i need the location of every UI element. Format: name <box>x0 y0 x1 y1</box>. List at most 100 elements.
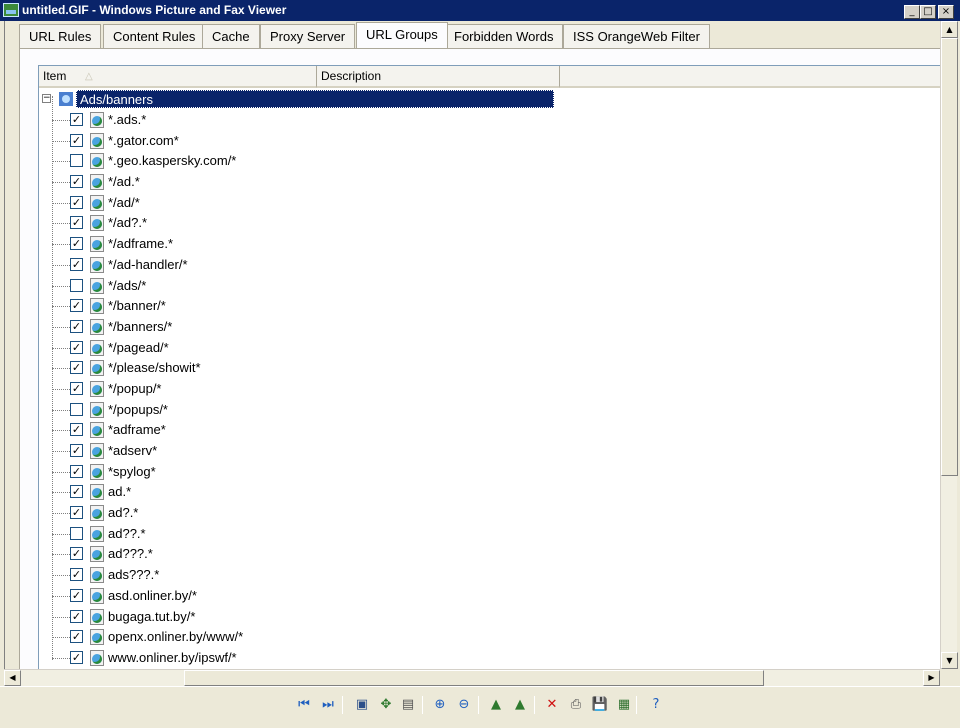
edit-icon[interactable]: ▦ <box>614 695 634 715</box>
rotate-clockwise-icon[interactable]: ▲ <box>486 695 506 715</box>
url-groups-list[interactable]: Item △ Description − Ads/banners ✓ *.ads.… <box>38 65 940 669</box>
item-checkbox[interactable]: ✓ <box>70 133 83 147</box>
item-checkbox[interactable]: ✓ <box>70 299 83 313</box>
list-item[interactable]: ✓ asd.onliner.by/* <box>39 586 639 607</box>
maximize-button[interactable]: □ <box>920 5 936 19</box>
url-page-icon <box>90 484 104 501</box>
item-checkbox[interactable] <box>70 154 83 168</box>
scroll-right-icon[interactable]: ▶ <box>923 670 940 686</box>
list-item[interactable]: ✓ ad?.* <box>39 503 639 524</box>
tree-branch-line <box>52 409 70 411</box>
scroll-down-icon[interactable]: ▼ <box>941 652 958 669</box>
url-pattern-label: *adframe* <box>108 422 166 438</box>
list-item[interactable]: ✓ ads???.* <box>39 565 639 586</box>
vertical-scroll-thumb[interactable] <box>941 38 958 476</box>
list-item[interactable]: ✓ *.gator.com* <box>39 131 639 152</box>
slideshow-icon[interactable]: ▤ <box>398 695 418 715</box>
item-checkbox[interactable] <box>70 526 83 540</box>
item-checkbox[interactable]: ✓ <box>70 547 83 561</box>
list-item[interactable]: ✓ *.ads.* <box>39 110 639 131</box>
item-checkbox[interactable]: ✓ <box>70 381 83 395</box>
print-icon[interactable]: ⎙ <box>566 695 586 715</box>
list-item[interactable]: */ads/* <box>39 276 639 297</box>
item-checkbox[interactable]: ✓ <box>70 216 83 230</box>
zoom-out-icon[interactable]: ⊖ <box>454 695 474 715</box>
url-pattern-label: */ads/* <box>108 277 147 293</box>
item-checkbox[interactable]: ✓ <box>70 423 83 437</box>
list-item[interactable]: ✓ */pagead/* <box>39 338 639 359</box>
list-item[interactable]: ✓ */please/showit* <box>39 358 639 379</box>
item-checkbox[interactable]: ✓ <box>70 257 83 271</box>
column-header-description[interactable]: Description <box>317 66 560 88</box>
url-pattern-label: */pagead/* <box>108 339 169 355</box>
tree-branch-line <box>52 388 70 390</box>
list-item[interactable]: ✓ */adframe.* <box>39 234 639 255</box>
column-header-item[interactable]: Item △ <box>39 66 317 88</box>
list-item[interactable]: ✓ www.onliner.by/ipswf/* <box>39 648 639 669</box>
help-icon[interactable]: ? <box>646 695 666 715</box>
list-item[interactable]: ✓ *spylog* <box>39 462 639 483</box>
rotate-counterclockwise-icon[interactable]: ▲ <box>510 695 530 715</box>
item-checkbox[interactable]: ✓ <box>70 195 83 209</box>
item-checkbox[interactable]: ✓ <box>70 237 83 251</box>
list-item[interactable]: ✓ */ad-handler/* <box>39 255 639 276</box>
item-checkbox[interactable] <box>70 278 83 292</box>
item-checkbox[interactable]: ✓ <box>70 113 83 126</box>
tab-forbidden-words[interactable]: Forbidden Words <box>444 24 564 48</box>
tree-branch-line <box>52 451 70 452</box>
next-image-icon[interactable]: ⏭ <box>318 695 338 715</box>
list-item[interactable]: *.geo.kaspersky.com/* <box>39 151 639 172</box>
list-item[interactable]: ✓ */popup/* <box>39 379 639 400</box>
save-icon[interactable]: 💾 <box>590 695 610 715</box>
picture-display-area: URL Rules Content Rules Cache Proxy Serv… <box>4 21 940 669</box>
item-checkbox[interactable]: ✓ <box>70 444 83 457</box>
list-item[interactable]: ✓ openx.onliner.by/www/* <box>39 627 639 648</box>
item-checkbox[interactable]: ✓ <box>70 175 83 189</box>
close-button[interactable]: × <box>938 5 954 19</box>
item-checkbox[interactable]: ✓ <box>70 588 83 602</box>
tab-proxy-server[interactable]: Proxy Server <box>260 24 356 48</box>
list-item[interactable]: ✓ bugaga.tut.by/* <box>39 607 639 628</box>
list-item[interactable]: ✓ *adserv* <box>39 441 639 462</box>
item-checkbox[interactable]: ✓ <box>70 630 83 644</box>
item-checkbox[interactable]: ✓ <box>70 464 83 478</box>
actual-size-icon[interactable]: ✥ <box>376 695 396 715</box>
horizontal-scroll-thumb[interactable] <box>184 670 764 686</box>
list-item[interactable]: ✓ *adframe* <box>39 420 639 441</box>
item-checkbox[interactable]: ✓ <box>70 361 83 375</box>
tab-url-rules[interactable]: URL Rules <box>19 24 102 48</box>
item-checkbox[interactable]: ✓ <box>70 506 83 520</box>
delete-icon[interactable]: ✕ <box>542 695 562 715</box>
collapse-icon[interactable]: − <box>42 94 51 103</box>
list-item[interactable]: ✓ */ad/* <box>39 193 639 214</box>
title-bar[interactable]: untitled.GIF - Windows Picture and Fax V… <box>0 0 960 21</box>
scroll-left-icon[interactable]: ◀ <box>4 670 21 686</box>
item-checkbox[interactable] <box>70 402 83 416</box>
minimize-button[interactable]: _ <box>904 5 920 19</box>
item-checkbox[interactable]: ✓ <box>70 485 83 499</box>
list-item[interactable]: ad??.* <box>39 524 639 545</box>
tab-url-groups[interactable]: URL Groups <box>356 22 448 48</box>
scroll-up-icon[interactable]: ▲ <box>941 21 958 38</box>
list-item[interactable]: ✓ */ad.* <box>39 172 639 193</box>
zoom-in-icon[interactable]: ⊕ <box>430 695 450 715</box>
tab-iss-orangeweb-filter[interactable]: ISS OrangeWeb Filter <box>563 24 710 48</box>
horizontal-scrollbar[interactable]: ◀ ▶ <box>4 669 940 686</box>
vertical-scrollbar[interactable]: ▲ ▼ <box>940 21 958 669</box>
item-checkbox[interactable]: ✓ <box>70 319 83 333</box>
tree-root-label[interactable]: Ads/banners <box>76 90 554 108</box>
best-fit-icon[interactable]: ▣ <box>352 695 372 715</box>
item-checkbox[interactable]: ✓ <box>70 609 83 623</box>
list-item[interactable]: ✓ ad.* <box>39 482 639 503</box>
tab-content-rules[interactable]: Content Rules <box>103 24 206 48</box>
list-item[interactable]: ✓ */banner/* <box>39 296 639 317</box>
item-checkbox[interactable]: ✓ <box>70 340 83 354</box>
list-item[interactable]: */popups/* <box>39 400 639 421</box>
list-item[interactable]: ✓ */banners/* <box>39 317 639 338</box>
previous-image-icon[interactable]: ⏮ <box>294 695 314 715</box>
item-checkbox[interactable]: ✓ <box>70 568 83 582</box>
tab-cache[interactable]: Cache <box>202 24 260 48</box>
list-item[interactable]: ✓ */ad?.* <box>39 213 639 234</box>
item-checkbox[interactable]: ✓ <box>70 650 83 664</box>
list-item[interactable]: ✓ ad???.* <box>39 544 639 565</box>
